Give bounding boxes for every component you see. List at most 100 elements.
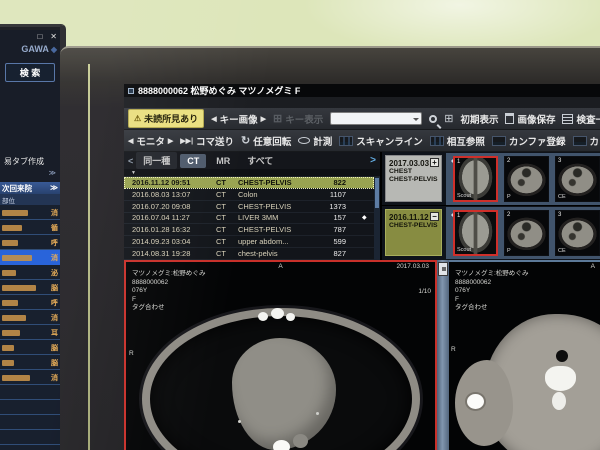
menu-bar	[124, 97, 600, 108]
tab-same-type[interactable]: 同一種	[136, 152, 177, 169]
free-rotate-button[interactable]: ↻ 任意回転	[241, 134, 291, 148]
row-label-redacted	[2, 225, 22, 231]
tab-all[interactable]: すべて	[240, 152, 280, 169]
search-input[interactable]	[330, 112, 422, 125]
next-key-image-icon[interactable]: ▶	[261, 115, 266, 123]
modality-tabs: < 同一種 CT MR すべて >	[124, 152, 380, 169]
quick-tab-link[interactable]: 易タブ作成	[4, 156, 44, 167]
worklist-row[interactable]: 脳	[0, 355, 60, 370]
worklist-row[interactable]: 呼	[0, 295, 60, 310]
patient-title: 8888000062 松野めぐみ マツノメグミ F	[138, 84, 300, 97]
collapse-toggle[interactable]: −	[430, 212, 439, 221]
image-count: 827	[324, 249, 350, 258]
measure-button[interactable]: 計測	[298, 134, 332, 148]
tabs-scroll-right-icon[interactable]: >	[370, 155, 376, 166]
worklist-row[interactable]: 消	[0, 370, 60, 385]
key-display-button[interactable]: ⊞ キー表示	[273, 112, 323, 126]
series-thumbnail[interactable]: 1 Scout	[453, 210, 498, 256]
expand-icon[interactable]: ≫	[49, 169, 56, 177]
image-count: 157	[324, 213, 350, 222]
thumbnail-strip: 1 Scout 2 P 3 CE 4 Lung	[446, 207, 600, 259]
viewer-left[interactable]: マツノメグミ:松野めぐみ 8888000062 076Y F タグ合わせ A 2…	[124, 260, 437, 450]
row-label-redacted	[2, 300, 18, 306]
worklist-row[interactable]: 泌	[0, 265, 60, 280]
study-row[interactable]: 2014.08.31 19:28 CT chest-pelvis 827	[124, 248, 374, 260]
image-count: 787	[324, 225, 350, 234]
search-icon[interactable]	[429, 115, 437, 123]
window-controls: □ ✕	[37, 32, 57, 41]
spine-structure	[273, 440, 290, 450]
viewer-right[interactable]: マツノメグミ:松野めぐみ 8888000062 076Y F タグ合わせ A R	[449, 260, 600, 450]
study-card[interactable]: 2016.11.12 CHEST-PELVIS −	[385, 209, 442, 256]
worklist-row[interactable]: 循	[0, 220, 60, 235]
row-label-redacted	[2, 210, 28, 216]
worklist-row[interactable]: 耳	[0, 325, 60, 340]
series-number: 1	[457, 159, 460, 165]
close-icon[interactable]: ✕	[50, 32, 57, 41]
key-image-nav[interactable]: ◀ キー画像 ▶	[211, 112, 266, 126]
maximize-icon[interactable]: □	[37, 32, 42, 41]
monitor-nav[interactable]: ◀ モニタ ▶	[128, 134, 173, 148]
conference-more-button[interactable]: カンフ	[573, 134, 600, 148]
filter-icon[interactable]: ▼	[131, 170, 136, 176]
study-modality: CT	[216, 202, 238, 211]
study-row[interactable]: 2016.07.20 09:08 CT CHEST-PELVIS 1373	[124, 201, 374, 213]
scrollbar-thumb[interactable]	[438, 262, 448, 276]
cross-reference-button[interactable]: 相互参照	[430, 134, 485, 148]
save-image-button[interactable]: 画像保存	[505, 112, 555, 126]
expand-toggle[interactable]: +	[430, 158, 439, 167]
series-group: 2017.03.03 CHEST CHEST-PELVIS + 1 Scout …	[382, 152, 600, 206]
study-row[interactable]: 2016.01.28 16:32 CT CHEST-PELVIS 787	[124, 224, 374, 236]
layout-grid-icon[interactable]: ⊞	[444, 114, 453, 124]
conference-register-button[interactable]: カンファ登録	[492, 134, 566, 148]
tab-ct[interactable]: CT	[180, 154, 206, 168]
viewer-scrollbar[interactable]	[437, 260, 449, 450]
study-row[interactable]: 2016.07.04 11:27 CT LIVER 3MM 157 ◆	[124, 213, 374, 225]
brand-logo: GAWA ◆	[21, 44, 57, 54]
series-label: P	[507, 194, 511, 200]
frame-advance-button[interactable]: ▶▶| コマ送り	[180, 134, 234, 148]
bezel-reflection	[88, 64, 90, 450]
study-row[interactable]: 2014.09.23 03:04 CT upper abdom... 599	[124, 236, 374, 248]
series-group: 2016.11.12 CHEST-PELVIS − 1 Scout 2 P 3 …	[382, 206, 600, 260]
worklist-rows: 消 循 呼 消 泌 脳 呼 消 耳 脳 脳 消	[0, 205, 60, 450]
study-card[interactable]: 2017.03.03 CHEST CHEST-PELVIS +	[385, 155, 442, 202]
thumbnail-strip: 1 Scout 2 P 3 CE 301 Lung	[446, 153, 600, 205]
series-thumbnail[interactable]: 2 P	[504, 156, 549, 202]
series-label: Scout	[457, 193, 471, 199]
study-row[interactable]: 2016.08.03 13:07 CT Colon 1107	[124, 189, 374, 201]
series-thumbnail[interactable]: 1 Scout	[453, 156, 498, 202]
toolbar-row1: ⚠ 未読所見あり ◀ キー画像 ▶ ⊞ キー表示 ⊞ 初期表示 画像保存	[124, 108, 600, 130]
series-thumbnail[interactable]: 3 CE	[555, 210, 600, 256]
department-abbrev: 呼	[51, 298, 58, 308]
rotate-icon: ↻	[241, 136, 250, 146]
worklist-row[interactable]: 脳	[0, 340, 60, 355]
study-row[interactable]: 2016.11.12 09:51 CT CHEST-PELVIS 822	[124, 177, 374, 189]
tabs-scroll-left-icon[interactable]: <	[128, 156, 133, 166]
tab-mr[interactable]: MR	[209, 154, 237, 168]
patient-overlay: マツノメグミ:松野めぐみ 8888000062 076Y F タグ合わせ	[455, 270, 529, 313]
worklist-row[interactable]: 呼	[0, 235, 60, 250]
next-monitor-icon[interactable]: ▶	[168, 137, 173, 145]
initial-display-button[interactable]: 初期表示	[460, 112, 498, 126]
series-thumbnail[interactable]: 3 CE	[555, 156, 600, 202]
study-modality: CT	[216, 237, 238, 246]
worklist-row[interactable]: 消	[0, 205, 60, 220]
worklist-row[interactable]: 脳	[0, 280, 60, 295]
search-button[interactable]: 検 索	[5, 63, 55, 82]
prev-key-image-icon[interactable]: ◀	[211, 115, 216, 123]
worklist-row[interactable]: 消	[0, 310, 60, 325]
photo-of-workstation: □ ✕ GAWA ◆ 検 索 込検索 クリア 細検索 易タブ作成 ≫ 次回来院 …	[0, 0, 600, 450]
prev-monitor-icon[interactable]: ◀	[128, 137, 133, 145]
unread-findings-button[interactable]: ⚠ 未読所見あり	[128, 109, 204, 128]
study-datetime: 2016.01.28 16:32	[132, 225, 216, 234]
exam-list-button[interactable]: 検査一	[562, 112, 600, 126]
study-modality: CT	[216, 190, 238, 199]
worklist-row[interactable]: 消	[0, 250, 60, 265]
study-description: CHEST-PELVIS	[238, 178, 324, 187]
trachea-structure	[556, 350, 568, 362]
department-abbrev: 消	[51, 253, 58, 263]
scan-line-button[interactable]: スキャンライン	[339, 134, 423, 148]
study-description: CHEST-PELVIS	[238, 225, 324, 234]
series-thumbnail[interactable]: 2 P	[504, 210, 549, 256]
